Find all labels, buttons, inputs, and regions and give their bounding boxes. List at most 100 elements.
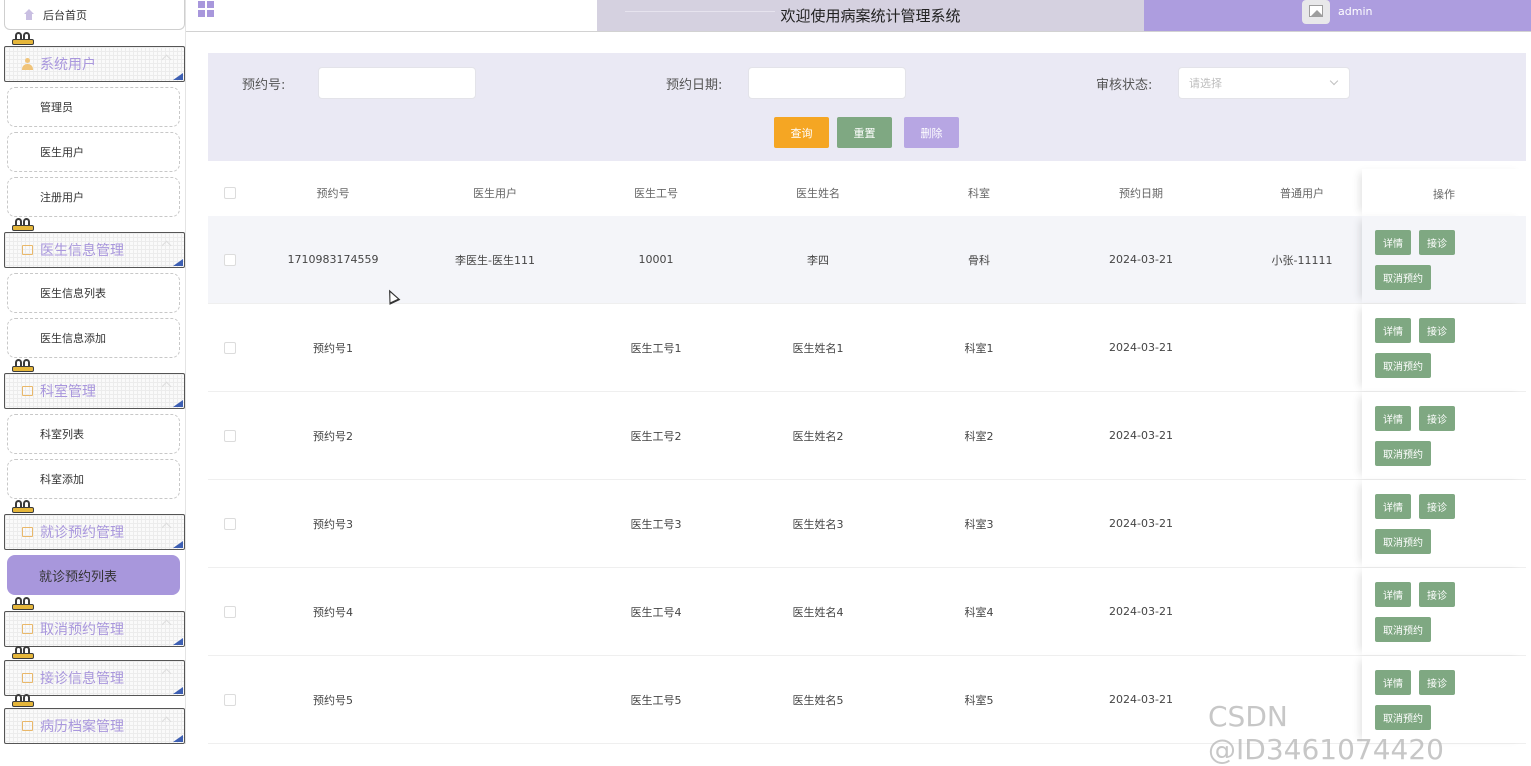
menu-grid-icon[interactable] <box>198 1 215 17</box>
sidebar-group-header-cancel-appointment[interactable]: 取消预约管理 <box>4 611 185 647</box>
sidebar-group-header-medical-records[interactable]: 病历档案管理 <box>4 708 185 744</box>
column-header: 普通用户 <box>1280 186 1324 200</box>
sidebar-item-doctor-add[interactable]: 医生信息添加 <box>7 318 180 358</box>
column-header: 医生工号 <box>634 186 678 200</box>
row-checkbox[interactable] <box>224 517 236 530</box>
folder-icon <box>22 245 33 255</box>
chevron-up-icon <box>161 522 172 533</box>
corner-fold-icon <box>173 259 183 266</box>
accept-button[interactable]: 接诊 <box>1419 230 1455 255</box>
cancel-appointment-button[interactable]: 取消预约 <box>1375 617 1431 642</box>
cancel-appointment-button[interactable]: 取消预约 <box>1375 265 1431 290</box>
operations-cell: 详情 接诊取消预约 <box>1362 392 1526 479</box>
sidebar-group-header-appointment[interactable]: 就诊预约管理 <box>4 514 185 550</box>
sidebar-group-header-system-users[interactable]: 系统用户 <box>4 46 185 82</box>
folder-icon <box>22 386 33 396</box>
sidebar-group-label: 就诊预约管理 <box>40 525 124 541</box>
operations-cell: 详情 接诊取消预约 <box>1362 568 1526 655</box>
watermark: CSDN @ID3461074420 <box>1208 700 1444 766</box>
table-cell: 科室4 <box>964 605 994 619</box>
table-cell: 科室5 <box>964 693 994 707</box>
table-cell: 医生工号4 <box>630 605 682 619</box>
corner-fold-icon <box>173 687 183 694</box>
column-header: 预约日期 <box>1119 186 1163 200</box>
user-area[interactable]: admin <box>1144 0 1531 31</box>
appointment-date-input[interactable] <box>748 67 906 99</box>
accept-button[interactable]: 接诊 <box>1419 318 1455 343</box>
table-cell: 预约号5 <box>313 693 353 707</box>
table-cell: 科室1 <box>964 341 994 355</box>
sidebar-item-admin[interactable]: 管理员 <box>7 87 180 127</box>
table-cell: 2024-03-21 <box>1109 693 1173 706</box>
username[interactable]: admin <box>1338 5 1372 18</box>
top-bar: 欢迎使用病案统计管理系统 admin <box>186 0 1531 32</box>
sidebar-item-department-add[interactable]: 科室添加 <box>7 459 180 499</box>
row-checkbox[interactable] <box>224 341 236 354</box>
sidebar-item-department-list[interactable]: 科室列表 <box>7 414 180 454</box>
image-placeholder-icon <box>1309 5 1323 17</box>
operations-header-cell: 操作 <box>1362 169 1526 216</box>
appointment-no-input[interactable] <box>318 67 476 99</box>
table-cell: 医生工号1 <box>630 341 682 355</box>
sidebar-item-appointment-list[interactable]: 就诊预约列表 <box>7 555 180 595</box>
review-status-label: 审核状态: <box>1096 78 1153 93</box>
accept-button[interactable]: 接诊 <box>1419 670 1455 695</box>
table-cell: 医生工号3 <box>630 517 682 531</box>
accept-button[interactable]: 接诊 <box>1419 494 1455 519</box>
sidebar-item-registered-users[interactable]: 注册用户 <box>7 177 180 217</box>
sidebar-group-department: 科室管理 科室列表 科室添加 <box>4 359 185 499</box>
sidebar-item-doctor-users[interactable]: 医生用户 <box>7 132 180 172</box>
sidebar-group-header-doctor-info[interactable]: 医生信息管理 <box>4 232 185 268</box>
sidebar-group-cancel-appointment: 取消预约管理 <box>4 597 185 647</box>
sidebar-item-home[interactable]: 后台首页 <box>4 0 185 30</box>
accept-button[interactable]: 接诊 <box>1419 406 1455 431</box>
sidebar-group-header-reception[interactable]: 接诊信息管理 <box>4 660 185 696</box>
table-cell: 预约号2 <box>313 429 353 443</box>
delete-button[interactable]: 删除 <box>904 117 959 148</box>
search-panel: 预约号: 预约日期: 审核状态: 请选择 查询 重置 删除 <box>208 53 1526 161</box>
detail-button[interactable]: 详情 <box>1375 230 1411 255</box>
detail-button[interactable]: 详情 <box>1375 494 1411 519</box>
table-cell: 预约号3 <box>313 517 353 531</box>
appointment-no-label: 预约号: <box>242 78 286 93</box>
row-checkbox[interactable] <box>224 693 236 706</box>
avatar[interactable] <box>1302 0 1330 24</box>
table-cell: 科室2 <box>964 429 994 443</box>
cancel-appointment-button[interactable]: 取消预约 <box>1375 353 1431 378</box>
table-cell: 小张-11111 <box>1271 253 1333 267</box>
table-cell: 2024-03-21 <box>1109 341 1173 354</box>
table-cell: 预约号4 <box>313 605 353 619</box>
title-banner: 欢迎使用病案统计管理系统 <box>597 0 1144 31</box>
sidebar-group-label: 医生信息管理 <box>40 243 124 259</box>
cancel-appointment-button[interactable]: 取消预约 <box>1375 441 1431 466</box>
row-checkbox[interactable] <box>224 429 236 442</box>
table-cell: 李医生-医生111 <box>455 253 535 267</box>
query-button[interactable]: 查询 <box>774 117 829 148</box>
select-all-checkbox[interactable] <box>224 186 236 199</box>
reset-button[interactable]: 重置 <box>837 117 892 148</box>
detail-button[interactable]: 详情 <box>1375 670 1411 695</box>
sidebar-item-doctor-list[interactable]: 医生信息列表 <box>7 273 180 313</box>
sidebar-group-medical-records: 病历档案管理 <box>4 694 185 744</box>
column-header: 预约号 <box>316 186 350 200</box>
sidebar: 后台首页 系统用户 管理员 医生用户 注册用户 医生信息管理 医生信息列表 医生… <box>0 0 186 744</box>
chevron-up-icon <box>161 54 172 65</box>
detail-button[interactable]: 详情 <box>1375 318 1411 343</box>
table-row: 预约号1 医生工号1 医生姓名1 科室1 2024-03-21 详情 接诊 取消预约 <box>208 304 1526 392</box>
sidebar-group-header-department[interactable]: 科室管理 <box>4 373 185 409</box>
table-row: 预约号4 医生工号4 医生姓名4 科室4 2024-03-21 详情 接诊 取消预约 <box>208 568 1526 656</box>
review-status-select[interactable]: 请选择 <box>1178 67 1350 99</box>
detail-button[interactable]: 详情 <box>1375 406 1411 431</box>
corner-fold-icon <box>173 541 183 548</box>
sidebar-group-label: 病历档案管理 <box>40 719 124 735</box>
accept-button[interactable]: 接诊 <box>1419 582 1455 607</box>
table-cell: 2024-03-21 <box>1109 253 1173 266</box>
table-cell: 科室3 <box>964 517 994 531</box>
table-cell: 李四 <box>807 253 829 267</box>
detail-button[interactable]: 详情 <box>1375 582 1411 607</box>
cancel-appointment-button[interactable]: 取消预约 <box>1375 529 1431 554</box>
row-checkbox[interactable] <box>224 605 236 618</box>
sidebar-group-system-users: 系统用户 管理员 医生用户 注册用户 <box>4 32 185 217</box>
folder-icon <box>22 527 33 537</box>
row-checkbox[interactable] <box>224 253 236 266</box>
